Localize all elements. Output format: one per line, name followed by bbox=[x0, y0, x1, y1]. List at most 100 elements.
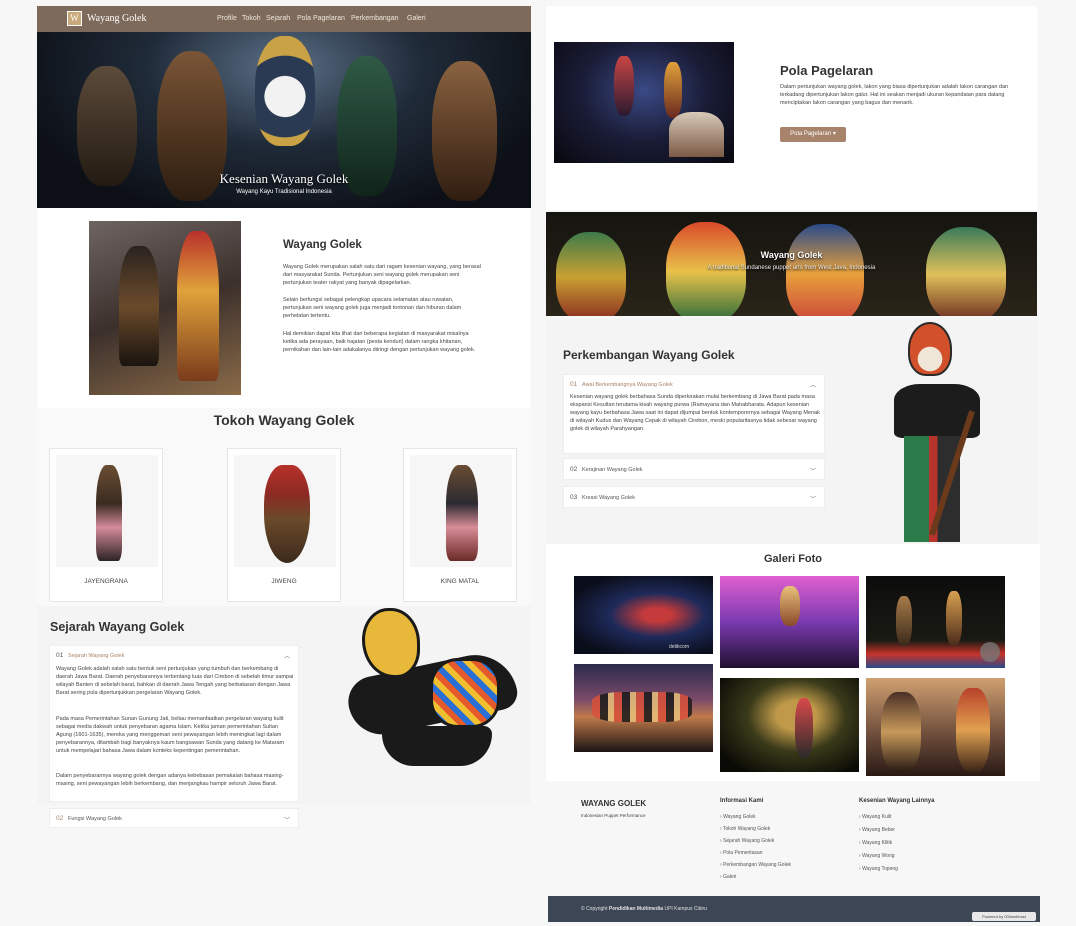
footer-col-title: Informasi Kami bbox=[720, 798, 764, 804]
footer-link[interactable]: › Wayang Kulit bbox=[859, 814, 891, 820]
footer-link[interactable]: › Sejarah Wayang Golek bbox=[720, 838, 774, 844]
footer-tagline: Indonesian Puppet Performance bbox=[581, 813, 646, 818]
footer-link-label: Wayang Kulit bbox=[862, 814, 892, 820]
puppet-illustration bbox=[864, 318, 994, 544]
accordion-item-open: 01 Awal Berkembangnya Wayang Golek ︿ Kes… bbox=[563, 374, 825, 454]
tokoh-card-image bbox=[56, 455, 158, 567]
brand-logo-icon[interactable]: W bbox=[67, 11, 82, 26]
footer-link-label: Pola Pementasan bbox=[723, 850, 763, 856]
accordion-header[interactable]: Sejarah Wayang Golek bbox=[68, 653, 124, 659]
accordion-number: 02 bbox=[56, 815, 64, 822]
footer-link[interactable]: › Wayang Golek bbox=[720, 814, 756, 820]
accordion-item[interactable]: 02 Kerajinan Wayang Golek ﹀ bbox=[563, 458, 825, 480]
chevron-up-icon[interactable]: ︿ bbox=[810, 380, 816, 389]
footer-link-label: Wayang Klitik bbox=[862, 840, 893, 846]
hero-title: Kesenian Wayang Golek bbox=[219, 171, 349, 186]
footer-link-label: Wayang Wong bbox=[862, 853, 895, 859]
copyright-suffix: UPI Kampus Cibiru bbox=[664, 906, 707, 912]
accordion-item[interactable]: 02 Fungsi Wayang Golek ﹀ bbox=[49, 808, 299, 828]
gallery-photo[interactable] bbox=[720, 576, 859, 668]
nav-item-galeri[interactable]: Galeri bbox=[407, 15, 426, 22]
profile-paragraph: Hal demikian dapat kita lihat dari beber… bbox=[283, 331, 476, 353]
perkembangan-title: Perkembangan Wayang Golek bbox=[563, 348, 735, 362]
accordion-number: 02 bbox=[570, 466, 578, 473]
pola-section: Pola Pagelaran Dalam pertunjukan wayang … bbox=[546, 6, 1037, 210]
footer-link-label: Perkembangan Wayang Golek bbox=[723, 862, 791, 868]
pola-button-label: Pola Pagelaran bbox=[790, 131, 832, 137]
nav-item-pola-pagelaran[interactable]: Pola Pagelaran bbox=[297, 15, 345, 22]
footer-link-label: Wayang Golek bbox=[723, 814, 756, 820]
cepot-illustration bbox=[342, 606, 522, 776]
gallery-photo[interactable] bbox=[574, 664, 713, 752]
accordion-body: Dalam penyebarannya wayang golek dengan … bbox=[56, 773, 284, 787]
tokoh-card[interactable]: JAYENGRANA bbox=[49, 448, 163, 602]
accordion-header[interactable]: Fungsi Wayang Golek bbox=[68, 816, 122, 822]
footer-link[interactable]: › Wayang Wong bbox=[859, 853, 895, 859]
chevron-right-icon[interactable] bbox=[980, 642, 1000, 662]
accordion-number: 01 bbox=[570, 381, 578, 388]
accordion-number: 01 bbox=[56, 652, 64, 659]
tokoh-title: Tokoh Wayang Golek bbox=[213, 412, 355, 428]
tokoh-card-image bbox=[234, 455, 336, 567]
footer-link[interactable]: › Tokoh Wayang Golek bbox=[720, 826, 770, 832]
accordion-body: Kesenian wayang golek berbahasa Sunda di… bbox=[570, 394, 820, 432]
copyright-text: © Copyright Pendidikan Multimedia UPI Ka… bbox=[581, 906, 707, 912]
chevron-down-icon[interactable]: ﹀ bbox=[810, 494, 816, 503]
profile-paragraph: Wayang Golek merupakan salah satu dari r… bbox=[283, 264, 481, 286]
galeri-section: Galeri Foto detikcom bbox=[546, 544, 1040, 781]
tokoh-card-name: JAYENGRANA bbox=[84, 578, 128, 585]
footer-link-label: Galeri bbox=[723, 874, 737, 880]
tokoh-card-name: KING MATAL bbox=[440, 578, 480, 585]
nav-item-tokoh[interactable]: Tokoh bbox=[242, 15, 261, 22]
caret-down-icon: ▾ bbox=[832, 131, 836, 137]
hero-puppet-image bbox=[255, 36, 315, 146]
footer-link-label: Tokoh Wayang Golek bbox=[722, 826, 771, 832]
sejarah-title: Sejarah Wayang Golek bbox=[50, 620, 185, 634]
accordion-header[interactable]: Kerajinan Wayang Golek bbox=[582, 467, 643, 473]
copyright-link[interactable]: Pendidikan Multimedia bbox=[609, 906, 663, 912]
chevron-down-icon[interactable]: ﹀ bbox=[810, 466, 816, 475]
chevron-up-icon[interactable]: ︿ bbox=[284, 651, 290, 660]
nav-brand[interactable]: Wayang Golek bbox=[87, 13, 146, 24]
sejarah-section: Sejarah Wayang Golek 01 Sejarah Wayang G… bbox=[37, 606, 531, 804]
footer-link[interactable]: › Galeri bbox=[720, 874, 736, 880]
hero-subtitle: Wayang Kayu Tradisional Indonesia bbox=[236, 189, 332, 195]
accordion-header[interactable]: Awal Berkembangnya Wayang Golek bbox=[582, 382, 673, 388]
copyright-prefix: © Copyright bbox=[581, 906, 608, 912]
gallery-photo[interactable] bbox=[866, 576, 1005, 668]
tokoh-card[interactable]: KING MATAL bbox=[403, 448, 517, 602]
tokoh-card[interactable]: JIWENG bbox=[227, 448, 341, 602]
footer-link[interactable]: › Wayang Topeng bbox=[859, 866, 898, 872]
gallery-photo[interactable]: detikcom bbox=[574, 576, 713, 654]
accordion-item[interactable]: 03 Kreasi Wayang Golek ﹀ bbox=[563, 486, 825, 508]
footer: WAYANG GOLEK Indonesian Puppet Performan… bbox=[548, 782, 1040, 896]
mask-image bbox=[556, 232, 626, 316]
tokoh-card-name: JIWENG bbox=[271, 578, 297, 585]
pola-text: Dalam pertunjukan wayang golek, lakon ya… bbox=[780, 84, 1009, 106]
hosting-badge[interactable]: Powered by 000webhost bbox=[972, 912, 1036, 921]
nav-item-perkembangan[interactable]: Perkembangan bbox=[351, 15, 398, 22]
footer-link-label: Sejarah Wayang Golek bbox=[723, 838, 775, 844]
footer-link[interactable]: › Perkembangan Wayang Golek bbox=[720, 862, 791, 868]
accordion-body: Wayang Golek adalah salah satu bentuk se… bbox=[56, 666, 294, 696]
pola-dropdown-button[interactable]: Pola Pagelaran ▾ bbox=[780, 127, 846, 142]
chevron-down-icon[interactable]: ﹀ bbox=[284, 815, 290, 824]
accordion-body: Pada masa Pemerintahan Sunan Gunung Jati… bbox=[56, 716, 285, 754]
mask-image bbox=[926, 227, 1006, 316]
nav-item-profile[interactable]: Profile bbox=[217, 15, 237, 22]
hero-puppet-image bbox=[77, 66, 137, 186]
tokoh-section: Tokoh Wayang Golek JAYENGRANA JIWENG KIN… bbox=[37, 408, 531, 606]
perkembangan-section: Perkembangan Wayang Golek 01 Awal Berkem… bbox=[546, 318, 1037, 544]
accordion-header[interactable]: Kreasi Wayang Golek bbox=[582, 495, 635, 501]
nav-item-sejarah[interactable]: Sejarah bbox=[266, 15, 290, 22]
copyright-bar: © Copyright Pendidikan Multimedia UPI Ka… bbox=[548, 896, 1040, 922]
footer-link[interactable]: › Wayang Klitik bbox=[859, 840, 892, 846]
accordion-item-open: 01 Sejarah Wayang Golek ︿ Wayang Golek a… bbox=[49, 645, 299, 802]
footer-link[interactable]: › Pola Pementasan bbox=[720, 850, 763, 856]
gallery-photo[interactable] bbox=[720, 678, 859, 772]
pola-photo bbox=[554, 42, 734, 163]
gallery-watermark: detikcom bbox=[669, 644, 690, 650]
footer-link[interactable]: › Wayang Beber bbox=[859, 827, 895, 833]
gallery-photo[interactable] bbox=[866, 678, 1005, 776]
profile-puppet-image bbox=[89, 221, 241, 395]
